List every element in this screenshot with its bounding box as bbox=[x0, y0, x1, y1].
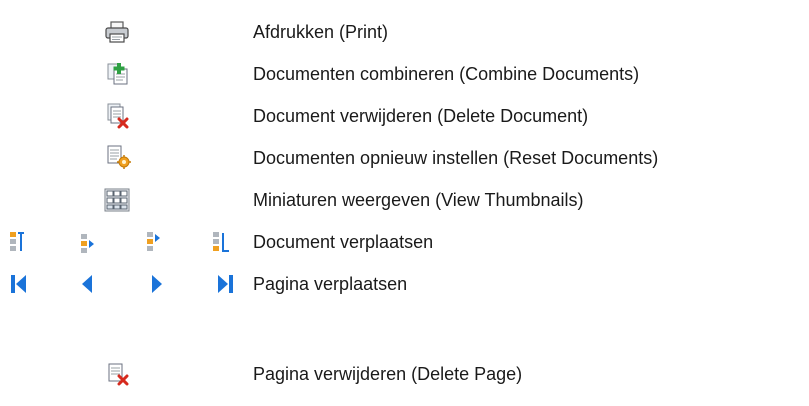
combine-documents-row: Documenten combineren (Combine Documents… bbox=[0, 54, 809, 94]
delete-document-label: Document verwijderen (Delete Document) bbox=[253, 106, 589, 126]
move-page-label: Pagina verplaatsen bbox=[253, 274, 408, 294]
move-document-up-icon[interactable] bbox=[80, 230, 96, 254]
move-page-row: Pagina verplaatsen bbox=[0, 264, 809, 304]
view-thumbnails-icon[interactable] bbox=[104, 188, 130, 212]
combine-documents-label: Documenten combineren (Combine Documents… bbox=[253, 64, 640, 84]
move-document-last-icon[interactable] bbox=[212, 230, 230, 254]
print-row: Afdrukken (Print) bbox=[0, 12, 809, 52]
first-page-icon[interactable] bbox=[10, 274, 28, 294]
next-page-icon[interactable] bbox=[150, 274, 164, 294]
delete-page-row: Pagina verwijderen (Delete Page) bbox=[0, 354, 809, 394]
delete-page-icon[interactable] bbox=[106, 362, 130, 386]
reset-documents-label: Documenten opnieuw instellen (Reset Docu… bbox=[253, 148, 659, 168]
delete-document-row: Document verwijderen (Delete Document) bbox=[0, 96, 809, 136]
view-thumbnails-label: Miniaturen weergeven (View Thumbnails) bbox=[253, 190, 584, 210]
delete-document-icon[interactable] bbox=[106, 103, 130, 129]
print-label: Afdrukken (Print) bbox=[253, 22, 389, 42]
view-thumbnails-row: Miniaturen weergeven (View Thumbnails) bbox=[0, 180, 809, 220]
previous-page-icon[interactable] bbox=[80, 274, 94, 294]
move-document-first-icon[interactable] bbox=[9, 230, 25, 254]
move-document-label: Document verplaatsen bbox=[253, 232, 434, 252]
printer-icon[interactable] bbox=[104, 20, 130, 44]
reset-documents-icon[interactable] bbox=[106, 145, 132, 171]
move-document-row: Document verplaatsen bbox=[0, 222, 809, 262]
last-page-icon[interactable] bbox=[216, 274, 234, 294]
delete-page-label: Pagina verwijderen (Delete Page) bbox=[253, 364, 523, 384]
reset-documents-row: Documenten opnieuw instellen (Reset Docu… bbox=[0, 138, 809, 178]
combine-documents-icon[interactable] bbox=[106, 62, 130, 86]
move-document-down-icon[interactable] bbox=[146, 230, 162, 254]
